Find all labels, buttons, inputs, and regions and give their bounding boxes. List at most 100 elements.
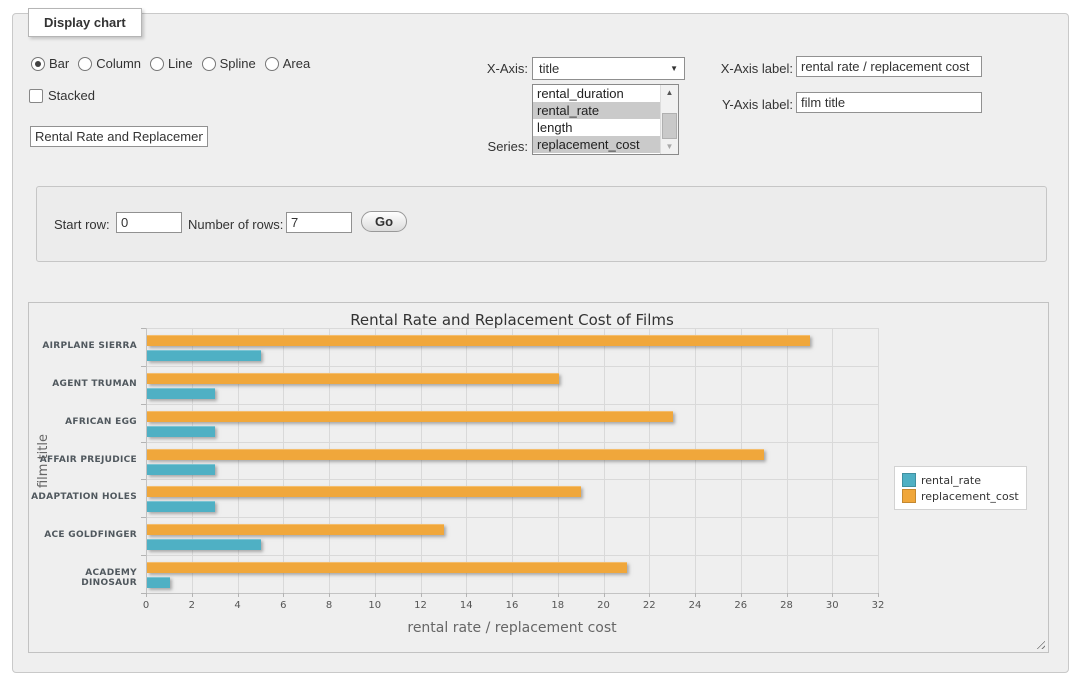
bar-replacement_cost xyxy=(147,373,559,384)
y-axis-tick xyxy=(141,479,146,480)
gridline-vertical xyxy=(512,328,513,593)
scrollbar-thumb[interactable] xyxy=(662,113,677,139)
x-tick-label: 8 xyxy=(314,600,344,611)
series-scrollbar[interactable]: ▲ ▼ xyxy=(660,85,678,154)
x-tick-label: 2 xyxy=(177,600,207,611)
chart-legend: rental_rate replacement_cost xyxy=(894,466,1027,510)
chart-type-spline[interactable]: Spline xyxy=(202,56,256,71)
scroll-up-icon[interactable]: ▲ xyxy=(661,85,678,100)
bar-rental_rate xyxy=(147,426,215,437)
num-rows-input[interactable] xyxy=(286,212,352,233)
bar-replacement_cost xyxy=(147,335,810,346)
chart-type-area[interactable]: Area xyxy=(265,56,310,71)
y-category-label: AIRPLANE SIERRA xyxy=(29,341,137,351)
go-button[interactable]: Go xyxy=(361,211,407,232)
gridline-horizontal xyxy=(146,404,878,405)
y-axis-label-input[interactable] xyxy=(796,92,982,113)
x-axis-tick xyxy=(649,593,650,597)
bar-rental_rate xyxy=(147,539,261,550)
chart-title-input[interactable] xyxy=(30,126,208,147)
series-option-length[interactable]: length xyxy=(533,119,660,136)
radio-icon xyxy=(202,57,216,71)
x-axis-tick xyxy=(604,593,605,597)
x-axis-tick xyxy=(741,593,742,597)
stacked-checkbox[interactable]: Stacked xyxy=(29,88,95,103)
bar-rental_rate xyxy=(147,501,215,512)
x-tick-label: 30 xyxy=(817,600,847,611)
x-axis-label-caption: X-Axis label: xyxy=(713,61,793,76)
y-axis-tick xyxy=(141,328,146,329)
x-axis-select-label: X-Axis: xyxy=(458,61,528,76)
x-axis-tick xyxy=(695,593,696,597)
x-axis-tick xyxy=(466,593,467,597)
scroll-down-icon[interactable]: ▼ xyxy=(661,139,678,154)
x-axis-tick xyxy=(512,593,513,597)
radio-label: Column xyxy=(96,56,141,71)
gridline-vertical xyxy=(421,328,422,593)
gridline-vertical xyxy=(649,328,650,593)
gridline-vertical xyxy=(558,328,559,593)
chart-type-line[interactable]: Line xyxy=(150,56,193,71)
x-tick-label: 6 xyxy=(268,600,298,611)
start-row-label: Start row: xyxy=(54,217,110,232)
page: Display chart Bar Column Line Spline Are… xyxy=(0,0,1081,681)
gridline-vertical xyxy=(466,328,467,593)
radio-label: Bar xyxy=(49,56,69,71)
gridline-vertical xyxy=(787,328,788,593)
gridline-vertical xyxy=(832,328,833,593)
y-axis-tick xyxy=(141,366,146,367)
series-option-rental-rate[interactable]: rental_rate xyxy=(533,102,660,119)
gridline-horizontal xyxy=(146,479,878,480)
y-axis-tick xyxy=(141,442,146,443)
x-axis-label-input[interactable] xyxy=(796,56,982,77)
bar-replacement_cost xyxy=(147,449,764,460)
radio-label: Area xyxy=(283,56,310,71)
y-category-label: ACADEMY DINOSAUR xyxy=(29,568,137,588)
resize-grip-icon[interactable] xyxy=(1034,638,1045,649)
radio-icon xyxy=(78,57,92,71)
legend-item-replacement_cost[interactable]: replacement_cost xyxy=(902,489,1019,503)
x-axis-tick xyxy=(832,593,833,597)
bar-rental_rate xyxy=(147,350,261,361)
gridline-vertical xyxy=(741,328,742,593)
chart-type-bar[interactable]: Bar xyxy=(31,56,69,71)
x-axis-selected-value: title xyxy=(539,61,559,76)
x-tick-label: 0 xyxy=(131,600,161,611)
chart-type-column[interactable]: Column xyxy=(78,56,141,71)
legend-item-rental_rate[interactable]: rental_rate xyxy=(902,473,1019,487)
chevron-down-icon: ▼ xyxy=(670,64,678,73)
bar-rental_rate xyxy=(147,577,170,588)
x-axis-tick xyxy=(878,593,879,597)
stacked-label: Stacked xyxy=(48,88,95,103)
series-multiselect[interactable]: rental_duration rental_rate length repla… xyxy=(532,84,679,155)
bar-replacement_cost xyxy=(147,486,581,497)
gridline-vertical xyxy=(192,328,193,593)
x-tick-label: 32 xyxy=(863,600,893,611)
legend-swatch-icon xyxy=(902,473,916,487)
bar-rental_rate xyxy=(147,464,215,475)
x-tick-label: 18 xyxy=(543,600,573,611)
bar-replacement_cost xyxy=(147,524,444,535)
legend-label: rental_rate xyxy=(921,474,981,487)
radio-icon xyxy=(150,57,164,71)
x-axis-tick xyxy=(558,593,559,597)
x-tick-label: 28 xyxy=(772,600,802,611)
start-row-input[interactable] xyxy=(116,212,182,233)
y-category-label: AGENT TRUMAN xyxy=(29,379,137,389)
y-axis-title: film title xyxy=(36,411,52,511)
series-option-rental-duration[interactable]: rental_duration xyxy=(533,85,660,102)
panel-legend: Display chart xyxy=(28,8,142,37)
chart-title: Rental Rate and Replacement Cost of Film… xyxy=(146,311,878,329)
x-tick-label: 24 xyxy=(680,600,710,611)
x-axis-tick xyxy=(421,593,422,597)
x-tick-label: 22 xyxy=(634,600,664,611)
x-axis-select[interactable]: title ▼ xyxy=(532,57,685,80)
series-options: rental_duration rental_rate length repla… xyxy=(533,85,660,154)
series-option-replacement-cost[interactable]: replacement_cost xyxy=(533,136,660,153)
y-axis-tick xyxy=(141,404,146,405)
checkbox-icon xyxy=(29,89,43,103)
gridline-vertical xyxy=(695,328,696,593)
x-axis-tick xyxy=(192,593,193,597)
y-axis-tick xyxy=(141,517,146,518)
gridline-horizontal xyxy=(146,328,878,329)
